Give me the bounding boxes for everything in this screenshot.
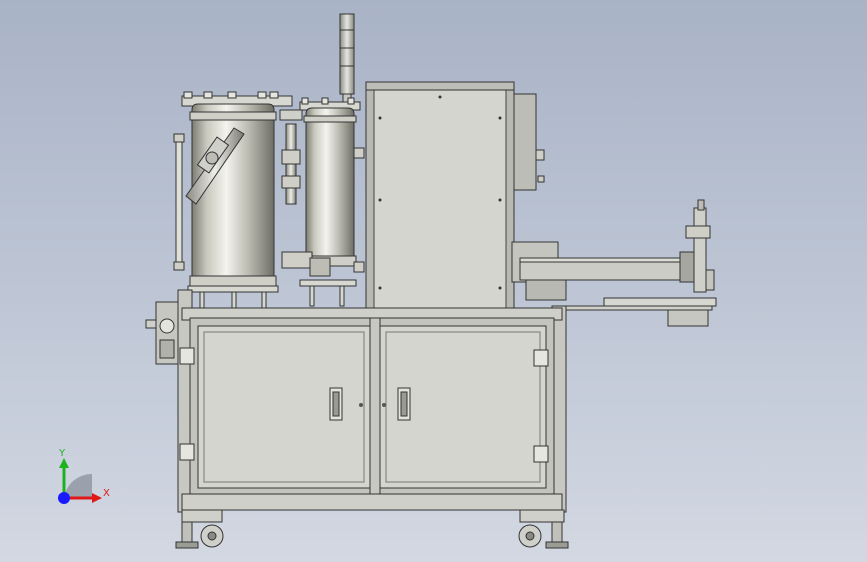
large-tank	[173, 91, 293, 309]
caster-right	[518, 509, 569, 549]
lower-cabinet	[145, 289, 567, 513]
axis-triad: Y X	[58, 448, 110, 504]
air-regulator	[145, 301, 179, 365]
caster-left	[175, 509, 224, 549]
right-door[interactable]	[379, 325, 547, 489]
signal-tower	[339, 13, 355, 111]
cad-viewport[interactable]: Y X	[0, 0, 867, 562]
y-axis-label: Y	[58, 448, 66, 459]
conveyor-arm	[511, 199, 717, 327]
small-tank	[279, 97, 365, 307]
machine-drawing: Y X	[58, 13, 717, 549]
left-door[interactable]	[197, 325, 371, 489]
x-axis-label: X	[103, 488, 110, 499]
